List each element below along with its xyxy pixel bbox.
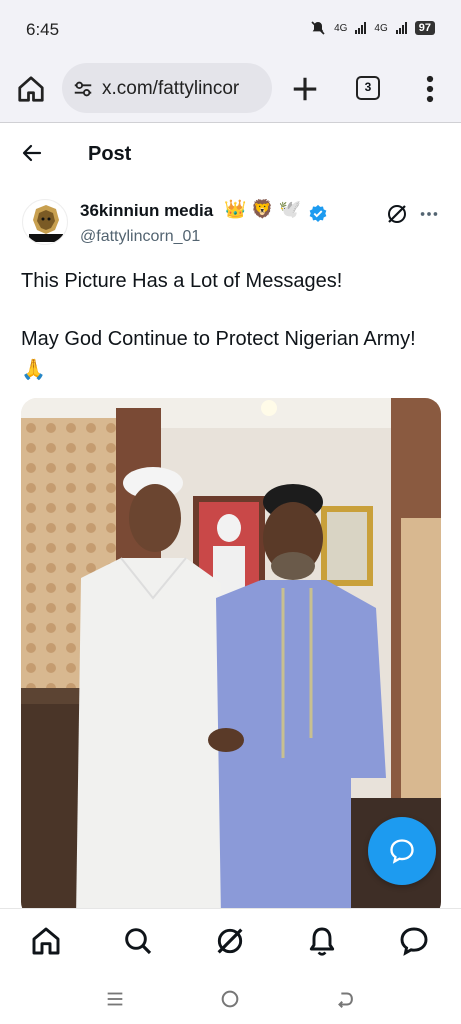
more-options-icon[interactable] — [418, 203, 440, 225]
post-text-line-2: May God Continue to Protect Nigerian Arm… — [21, 328, 416, 350]
recents-icon[interactable] — [104, 988, 126, 1010]
status-bar: 6:45 4G 4G 97 — [0, 0, 461, 58]
battery-indicator: 97 — [414, 21, 435, 35]
network-label-2: 4G — [374, 22, 388, 34]
back-icon[interactable] — [334, 988, 356, 1010]
chat-bubble-icon — [390, 839, 414, 864]
post-header: Post — [0, 123, 461, 185]
grok-icon[interactable] — [214, 925, 246, 957]
avatar[interactable] — [22, 199, 68, 245]
author-handle[interactable]: @fattylincorn_01 — [80, 228, 200, 246]
browser-home-icon[interactable] — [16, 74, 46, 104]
author-emojis: 👑 🦁 🕊️ — [224, 199, 302, 219]
compose-message-button[interactable] — [368, 817, 436, 885]
signal-icon-2 — [395, 22, 407, 34]
site-settings-icon[interactable] — [72, 78, 94, 100]
bottom-navigation — [0, 908, 461, 974]
home-icon[interactable] — [30, 925, 62, 957]
lion-logo-icon — [29, 205, 63, 242]
messages-icon[interactable] — [398, 925, 430, 957]
mute-icon — [311, 21, 325, 35]
search-icon[interactable] — [122, 925, 154, 957]
home-circle-icon[interactable] — [219, 988, 241, 1010]
status-icons: 4G 4G 97 — [310, 20, 435, 36]
post-author-row: 36kinniun media 👑 🦁 🕊️ @fattylincorn_01 — [0, 195, 461, 255]
grok-icon[interactable] — [385, 202, 409, 226]
network-label-1: 4G — [334, 22, 348, 34]
post-text-emoji: 🙏 — [21, 359, 46, 381]
author-name[interactable]: 36kinniun media — [80, 201, 213, 221]
page-title: Post — [88, 143, 132, 165]
tab-switcher-button[interactable]: 3 — [356, 76, 380, 100]
verified-badge-icon — [309, 204, 327, 222]
browser-toolbar: x.com/fattylincor 3 — [0, 58, 461, 122]
post-text-line-1: This Picture Has a Lot of Messages! — [21, 270, 343, 292]
url-text[interactable]: x.com/fattylincor — [102, 78, 264, 100]
new-tab-icon[interactable] — [290, 74, 320, 104]
address-bar[interactable]: x.com/fattylincor — [62, 63, 272, 113]
back-arrow-icon[interactable] — [20, 141, 44, 165]
system-navigation-bar — [0, 974, 461, 1024]
signal-icon — [355, 22, 367, 34]
notifications-icon[interactable] — [306, 925, 338, 957]
status-time: 6:45 — [26, 20, 60, 39]
overflow-menu-icon[interactable] — [424, 74, 436, 104]
